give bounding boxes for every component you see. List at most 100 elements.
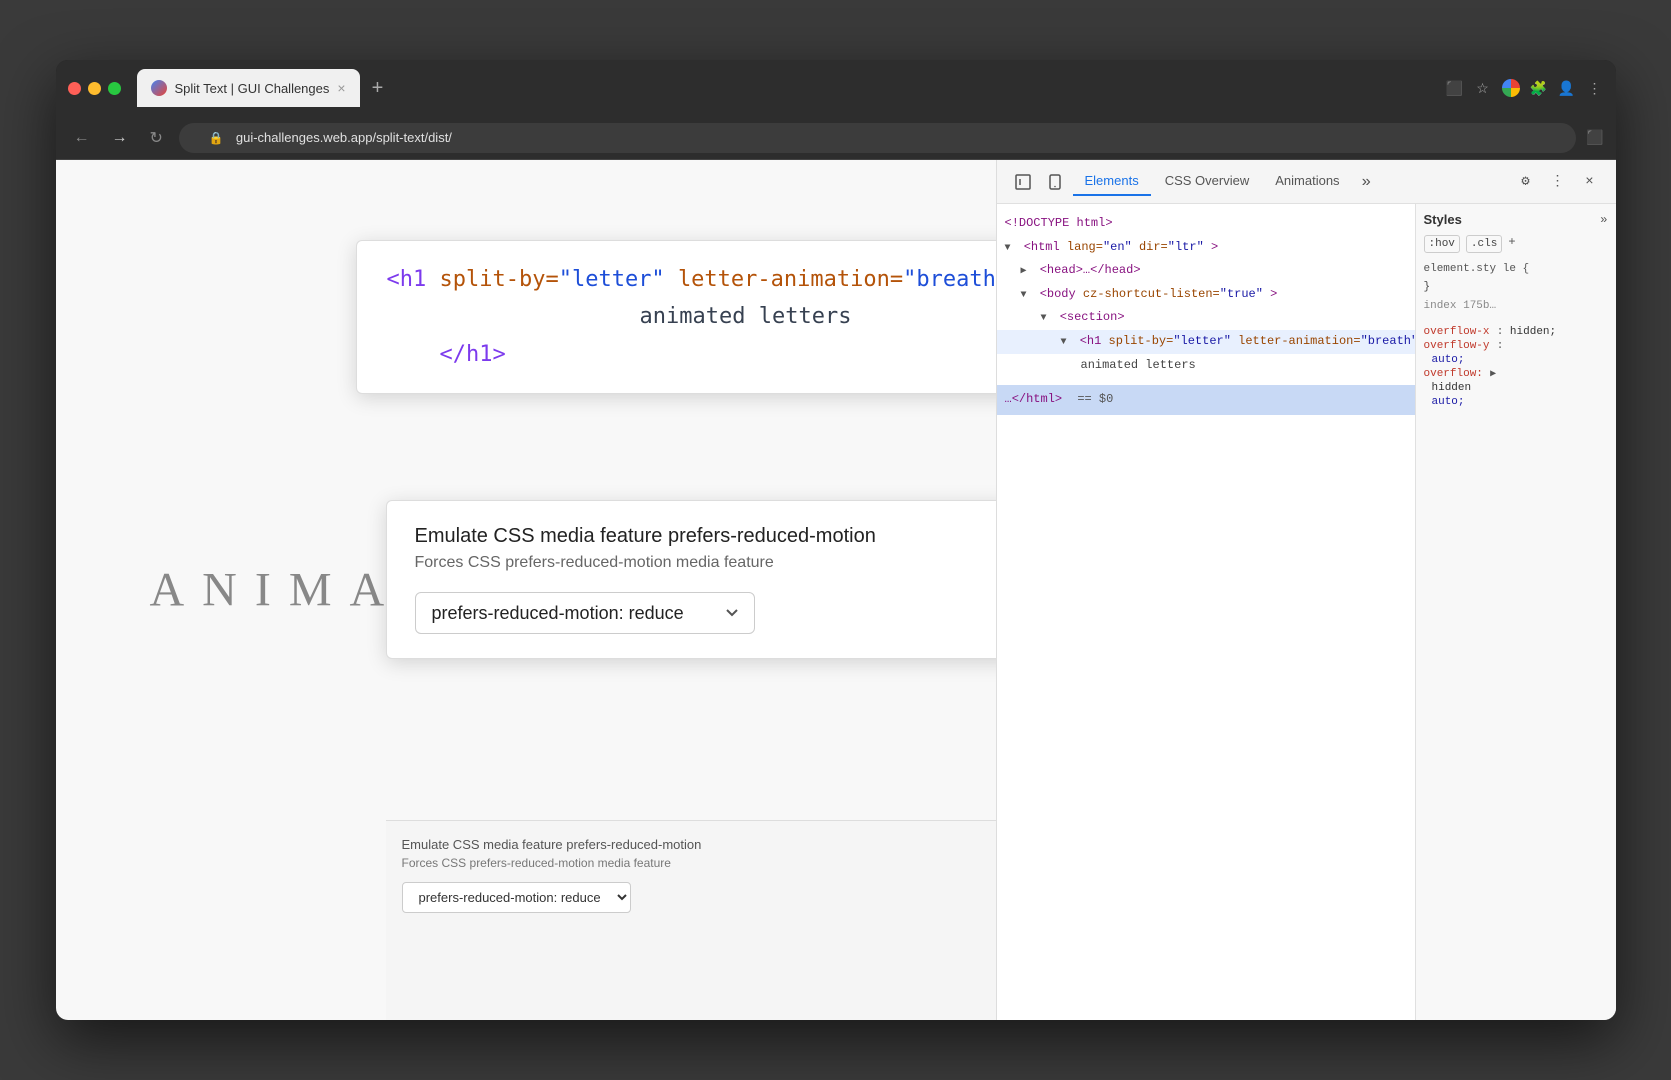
close-window-button[interactable] bbox=[68, 82, 81, 95]
devtools-more-tabs-button[interactable]: » bbox=[1354, 169, 1380, 195]
browser-window: Split Text | GUI Challenges × + ⬛ ☆ 🧩 👤 … bbox=[56, 60, 1616, 1020]
menu-icon[interactable]: ⋮ bbox=[1586, 79, 1604, 97]
expand-arrow-head-icon[interactable]: ▶ bbox=[1021, 263, 1033, 281]
address-input[interactable]: 🔒 gui-challenges.web.app/split-text/dist… bbox=[179, 123, 1576, 153]
tab-favicon-icon bbox=[151, 80, 167, 96]
split-by-attr: split-by= bbox=[440, 267, 559, 292]
address-text: gui-challenges.web.app/split-text/dist/ bbox=[236, 130, 452, 145]
dom-tree[interactable]: <!DOCTYPE html> ▼ <html lang="en" dir="l… bbox=[997, 204, 1416, 1020]
add-style-button[interactable]: + bbox=[1508, 235, 1515, 253]
refresh-button[interactable]: ↻ bbox=[144, 124, 169, 152]
devtools-panel: Elements CSS Overview Animations » ⚙ ⋮ ×… bbox=[996, 160, 1616, 1020]
overflow-y-val: auto; bbox=[1424, 352, 1608, 366]
inspector-icon[interactable] bbox=[1009, 168, 1037, 196]
split-by-dom-attr: split-by= bbox=[1109, 334, 1174, 348]
style-close-brace: } bbox=[1424, 279, 1608, 297]
tab-bar: Split Text | GUI Challenges × + bbox=[137, 69, 1438, 107]
devtools-settings-button[interactable]: ⚙ bbox=[1512, 168, 1540, 196]
split-by-dom-val: "letter" bbox=[1173, 334, 1231, 348]
tab-animations[interactable]: Animations bbox=[1263, 167, 1351, 196]
expand-arrow-icon[interactable]: ▼ bbox=[1005, 240, 1017, 258]
styles-header: Styles » bbox=[1424, 212, 1608, 227]
tab-title: Split Text | GUI Challenges bbox=[175, 81, 330, 96]
letter-animation-dom-attr: letter-animation= bbox=[1238, 334, 1360, 348]
overflow-x-style: overflow-x : hidden; bbox=[1424, 324, 1608, 338]
new-tab-button[interactable]: + bbox=[364, 73, 392, 104]
style-selector: element.sty le { bbox=[1424, 261, 1608, 279]
bg-panel-select[interactable]: prefers-reduced-motion: reduce bbox=[402, 882, 631, 913]
expand-arrow-body-icon[interactable]: ▼ bbox=[1021, 287, 1033, 305]
devtools-close-button[interactable]: × bbox=[1576, 168, 1604, 196]
dom-html[interactable]: ▼ <html lang="en" dir="ltr" > bbox=[997, 236, 1415, 260]
triangle-icon: ▶ bbox=[1490, 369, 1496, 380]
code-line-3: </h1> bbox=[387, 336, 996, 373]
letter-animation-val: "breath" bbox=[903, 267, 995, 292]
dom-h1-text: animated letters bbox=[997, 354, 1415, 378]
code-inner-text: animated letters bbox=[387, 298, 996, 335]
lock-icon: 🔒 bbox=[209, 131, 224, 145]
style-block: element.sty le { } bbox=[1424, 261, 1608, 296]
tab-css-overview[interactable]: CSS Overview bbox=[1153, 167, 1262, 196]
overflow-hidden-val: hidden bbox=[1424, 380, 1608, 394]
body-tag-open: <body bbox=[1040, 287, 1076, 301]
h1-close-tag: </h1> bbox=[387, 342, 506, 367]
cast-icon[interactable]: ⬛ bbox=[1446, 79, 1464, 97]
overflow-style: overflow: ▶ bbox=[1424, 366, 1608, 380]
bg-panel-title: Emulate CSS media feature prefers-reduce… bbox=[402, 837, 980, 852]
motion-popup: × Emulate CSS media feature prefers-redu… bbox=[386, 500, 996, 659]
devtools-header: Elements CSS Overview Animations » ⚙ ⋮ × bbox=[997, 160, 1616, 204]
styles-title: Styles bbox=[1424, 212, 1462, 227]
h1-tag-open: <h1 bbox=[1080, 334, 1102, 348]
dom-head[interactable]: ▶ <head>…</head> bbox=[997, 259, 1415, 283]
motion-dropdown-select[interactable]: prefers-reduced-motion: reduce No emulat… bbox=[415, 592, 755, 634]
back-button[interactable]: ← bbox=[68, 125, 96, 151]
dollar-sign: == $0 bbox=[1077, 392, 1113, 406]
dom-h1[interactable]: ▼ <h1 split-by="letter" letter-animation… bbox=[997, 330, 1415, 354]
chrome-logo-icon bbox=[1502, 79, 1520, 97]
lang-val: "en" bbox=[1103, 240, 1132, 254]
html-tag-open: <html bbox=[1024, 240, 1060, 254]
devtools-header-actions: ⚙ ⋮ × bbox=[1512, 168, 1604, 196]
devtools-more-options-button[interactable]: ⋮ bbox=[1544, 168, 1572, 196]
tab-close-button[interactable]: × bbox=[337, 80, 345, 96]
tab-elements[interactable]: Elements bbox=[1073, 167, 1151, 196]
overflow-y-style: overflow-y : bbox=[1424, 338, 1608, 352]
extensions-icon[interactable]: 🧩 bbox=[1530, 79, 1548, 97]
cz-val: "true" bbox=[1220, 287, 1263, 301]
bookmark-icon[interactable]: ☆ bbox=[1474, 79, 1492, 97]
split-by-val: "letter" bbox=[559, 267, 665, 292]
styles-more-button[interactable]: » bbox=[1600, 213, 1607, 227]
letter-animation-dom-val: "breath" bbox=[1361, 334, 1416, 348]
profile-icon[interactable]: 👤 bbox=[1558, 79, 1576, 97]
minimize-window-button[interactable] bbox=[88, 82, 101, 95]
overflow-auto-val: auto; bbox=[1424, 394, 1608, 408]
screen-share-icon[interactable]: ⬛ bbox=[1586, 129, 1603, 146]
cls-button[interactable]: .cls bbox=[1466, 235, 1502, 253]
body-tag-close: > bbox=[1270, 287, 1277, 301]
address-bar: ← → ↻ 🔒 gui-challenges.web.app/split-tex… bbox=[56, 116, 1616, 160]
expand-arrow-h1-icon[interactable]: ▼ bbox=[1061, 334, 1073, 352]
device-toolbar-icon[interactable] bbox=[1041, 168, 1069, 196]
expand-arrow-section-icon[interactable]: ▼ bbox=[1041, 310, 1053, 328]
html-tag-close: > bbox=[1211, 240, 1218, 254]
cz-attr: cz-shortcut-listen= bbox=[1083, 287, 1220, 301]
dom-body[interactable]: ▼ <body cz-shortcut-listen="true" > bbox=[997, 283, 1415, 307]
browser-content: ANIMATED LETTERS <h1 split-by="letter" l… bbox=[56, 160, 1616, 1020]
hov-button[interactable]: :hov bbox=[1424, 235, 1460, 253]
styles-panel: Styles » :hov .cls + element.sty le { } bbox=[1416, 204, 1616, 1020]
elements-panel: <!DOCTYPE html> ▼ <html lang="en" dir="l… bbox=[997, 204, 1616, 1020]
forward-button[interactable]: → bbox=[106, 125, 134, 151]
dir-attr: dir= bbox=[1139, 240, 1168, 254]
overflow-styles: overflow-x : hidden; overflow-y : auto; bbox=[1424, 324, 1608, 408]
code-tooltip: <h1 split-by="letter" letter-animation="… bbox=[356, 240, 996, 394]
dir-val: "ltr" bbox=[1168, 240, 1204, 254]
dom-html-footer[interactable]: …</html> == $0 bbox=[997, 385, 1415, 415]
title-bar-actions: ⬛ ☆ 🧩 👤 ⋮ bbox=[1446, 79, 1604, 97]
h1-inner-text: animated letters bbox=[1081, 358, 1196, 372]
lang-attr: lang= bbox=[1067, 240, 1103, 254]
maximize-window-button[interactable] bbox=[108, 82, 121, 95]
dom-section[interactable]: ▼ <section> bbox=[997, 306, 1415, 330]
browser-tab[interactable]: Split Text | GUI Challenges × bbox=[137, 69, 360, 107]
devtools-tabs: Elements CSS Overview Animations » bbox=[1073, 167, 1508, 196]
bg-panel-subtitle: Forces CSS prefers-reduced-motion media … bbox=[402, 856, 980, 870]
